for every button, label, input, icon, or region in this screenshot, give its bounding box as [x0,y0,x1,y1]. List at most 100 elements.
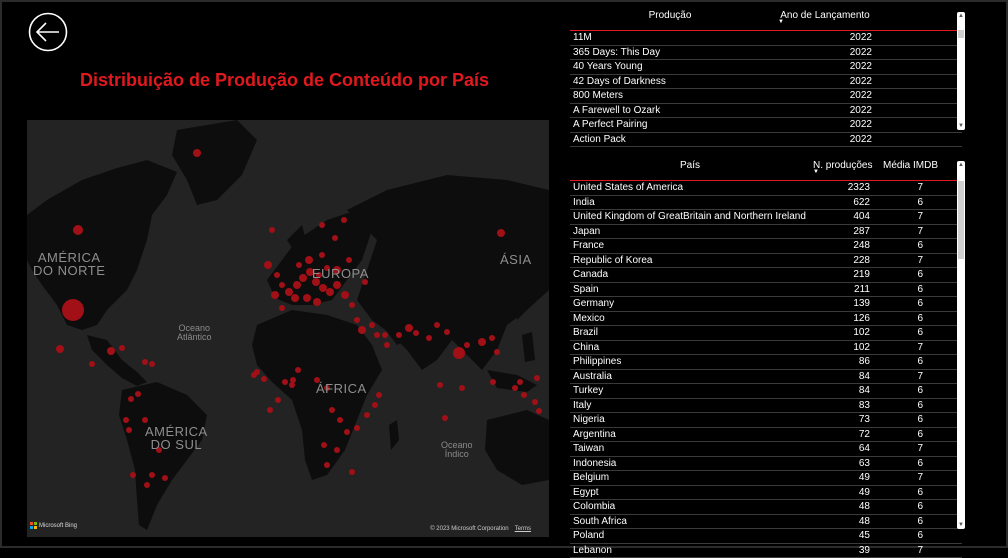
country-marker[interactable] [354,425,360,431]
country-marker[interactable] [372,402,378,408]
country-marker[interactable] [489,335,495,341]
table-row[interactable]: Japan 287 7 [570,224,962,239]
table-row[interactable]: Taiwan 64 7 [570,441,962,457]
country-marker[interactable] [329,407,335,413]
country-marker[interactable] [319,222,325,228]
table-row[interactable]: Lebanon 39 7 [570,543,962,558]
country-marker[interactable] [279,305,285,311]
country-marker[interactable] [290,377,296,383]
country-marker[interactable] [384,342,390,348]
back-button[interactable] [28,12,68,52]
scroll-down-icon[interactable]: ▼ [957,123,965,129]
country-marker[interactable] [464,342,470,348]
table-row[interactable]: China 102 7 [570,340,962,355]
table-row[interactable]: Republic of Korea 228 7 [570,253,962,268]
col-producao[interactable]: Produção [570,10,770,31]
country-marker[interactable] [497,229,505,237]
scroll-up-icon[interactable]: ▲ [957,13,965,19]
table-row[interactable]: Philippines 86 6 [570,354,962,370]
country-marker[interactable] [285,288,293,296]
country-marker[interactable] [324,462,330,468]
country-marker[interactable] [517,379,523,385]
country-marker[interactable] [162,475,168,481]
table-row[interactable]: Canada 219 6 [570,267,962,283]
country-marker[interactable] [289,382,295,388]
scroll-thumb[interactable] [958,181,964,259]
country-marker[interactable] [267,407,273,413]
country-marker[interactable] [344,429,350,435]
scroll-up-icon[interactable]: ▲ [957,162,965,168]
table-row[interactable]: A Farewell to Ozark 2022 [570,103,962,118]
country-marker[interactable] [521,392,527,398]
col-pais[interactable]: País [570,160,810,181]
country-marker[interactable] [534,375,540,381]
table-row[interactable]: 365 Days: This Day 2022 [570,45,962,60]
country-marker[interactable] [434,322,440,328]
country-marker[interactable] [426,335,432,341]
country-marker[interactable] [282,379,288,385]
table-row[interactable]: South Africa 48 6 [570,514,962,529]
table-row[interactable]: Australia 84 7 [570,369,962,384]
table-row[interactable]: Egypt 49 6 [570,485,962,500]
country-marker[interactable] [326,288,334,296]
col-media-imdb[interactable]: Média IMDB [880,160,945,181]
country-marker[interactable] [128,396,134,402]
country-marker[interactable] [119,345,125,351]
country-marker[interactable] [251,372,257,378]
country-marker[interactable] [299,274,307,282]
country-marker[interactable] [193,149,201,157]
table-row[interactable]: France 248 6 [570,238,962,254]
countries-scrollbar[interactable]: ▲ ▼ [957,161,965,529]
country-marker[interactable] [494,349,500,355]
country-marker[interactable] [364,412,370,418]
country-marker[interactable] [135,391,141,397]
country-marker[interactable] [123,417,129,423]
country-marker[interactable] [279,282,285,288]
table-row[interactable]: 800 Meters 2022 [570,88,962,104]
table-row[interactable]: Turkey 84 6 [570,383,962,399]
country-marker[interactable] [295,367,301,373]
country-marker[interactable] [142,359,148,365]
country-marker[interactable] [354,317,360,323]
col-n-producoes[interactable]: N. produções ▼ [810,160,880,181]
country-marker[interactable] [269,227,275,233]
country-marker[interactable] [73,225,83,235]
country-marker[interactable] [291,294,299,302]
country-marker[interactable] [437,382,443,388]
table-row[interactable]: 40 Years Young 2022 [570,59,962,75]
country-marker[interactable] [264,261,272,269]
country-marker[interactable] [396,332,402,338]
country-marker[interactable] [512,385,518,391]
country-marker[interactable] [413,330,419,336]
country-marker[interactable] [62,299,84,321]
country-marker[interactable] [305,256,313,264]
table-row[interactable]: Italy 83 6 [570,398,962,413]
country-marker[interactable] [56,345,64,353]
table-row[interactable]: A Perfect Pairing 2022 [570,117,962,133]
world-map[interactable]: AMÉRICA DO NORTE EUROPA ÁSIA ÁFRICA AMÉR… [27,120,549,537]
country-marker[interactable] [349,302,355,308]
country-marker[interactable] [444,329,450,335]
table-row[interactable]: India 622 6 [570,195,962,210]
country-marker[interactable] [271,291,279,299]
country-marker[interactable] [478,338,486,346]
country-marker[interactable] [405,324,413,332]
country-marker[interactable] [144,482,150,488]
country-marker[interactable] [313,298,321,306]
country-marker[interactable] [142,417,148,423]
table-row[interactable]: Nigeria 73 6 [570,412,962,428]
country-marker[interactable] [532,399,538,405]
table-row[interactable]: Germany 139 6 [570,296,962,312]
country-marker[interactable] [319,284,327,292]
country-marker[interactable] [358,326,366,334]
country-marker[interactable] [332,235,338,241]
country-marker[interactable] [459,385,465,391]
country-marker[interactable] [130,472,136,478]
col-ano-lancamento[interactable]: Ano de Lançamento ▼ [770,10,880,31]
table-row[interactable]: Argentina 72 6 [570,427,962,442]
table-row[interactable]: Poland 45 6 [570,528,962,544]
country-marker[interactable] [442,415,448,421]
country-marker[interactable] [376,392,382,398]
country-marker[interactable] [126,427,132,433]
country-marker[interactable] [341,217,347,223]
